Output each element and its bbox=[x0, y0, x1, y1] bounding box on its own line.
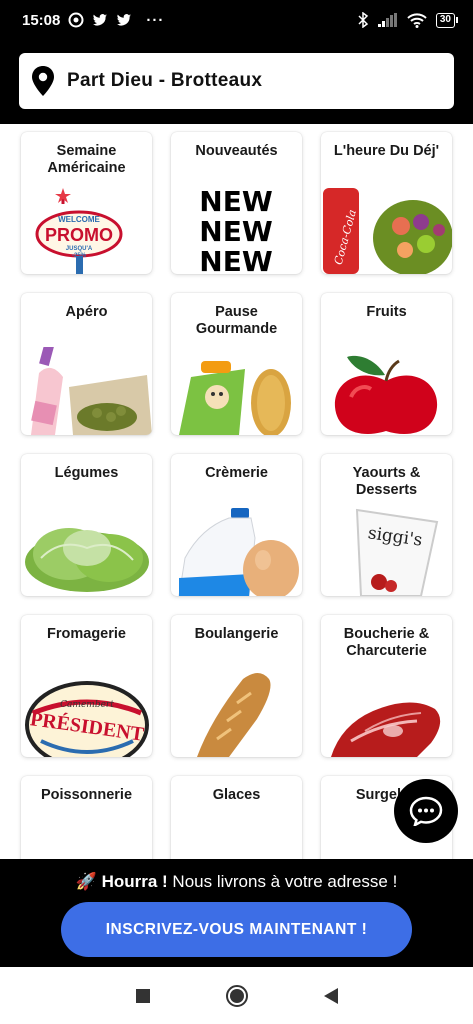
category-name: Légumes bbox=[54, 465, 119, 481]
category-tile-poissonnerie[interactable]: Poissonnerie bbox=[21, 776, 152, 859]
back-triangle-icon bbox=[323, 987, 338, 1004]
category-tile-boulangerie[interactable]: Boulangerie bbox=[171, 615, 302, 757]
header: Part Dieu - Brotteaux bbox=[0, 40, 473, 124]
category-name: Nouveautés bbox=[195, 143, 278, 159]
new-word-1: NEW bbox=[199, 186, 273, 218]
category-tile-fruits[interactable]: Fruits bbox=[321, 293, 452, 435]
category-tile-cremerie[interactable]: Crèmerie bbox=[171, 454, 302, 596]
promo-word: PROMO bbox=[45, 225, 113, 245]
lettuce-image bbox=[21, 508, 152, 596]
category-tile-semaine-americaine[interactable]: Semaine Américaine WELCOME PROMO JUSQU'A… bbox=[21, 132, 152, 274]
category-tile-legumes[interactable]: Légumes bbox=[21, 454, 152, 596]
banner-hourra: Hourra ! bbox=[101, 872, 168, 891]
bluetooth-icon bbox=[358, 12, 369, 28]
milk-egg-image bbox=[171, 508, 302, 596]
category-tile-apero[interactable]: Apéro bbox=[21, 293, 152, 435]
category-name: Yaourts & Desserts bbox=[352, 465, 421, 498]
category-tile-nouveautes[interactable]: Nouveautés NEW NEW NEW bbox=[171, 132, 302, 274]
snacks-image bbox=[171, 347, 302, 435]
promo-sign-image: WELCOME PROMO JUSQU'A -25% bbox=[21, 186, 152, 274]
category-grid: Semaine Américaine WELCOME PROMO JUSQU'A… bbox=[21, 132, 452, 859]
ice-cream-image bbox=[171, 830, 302, 859]
category-name: Fromagerie bbox=[47, 626, 126, 642]
category-name: L'heure Du Déj' bbox=[333, 143, 440, 159]
promo-jusqua: JUSQU'A bbox=[66, 246, 93, 252]
square-icon bbox=[135, 988, 150, 1003]
chat-button[interactable] bbox=[394, 779, 458, 843]
wifi-icon bbox=[407, 12, 427, 28]
cola-bowl-image: Coca-Cola bbox=[321, 186, 452, 274]
category-name: Glaces bbox=[212, 787, 261, 803]
category-list[interactable]: Semaine Américaine WELCOME PROMO JUSQU'A… bbox=[0, 124, 473, 859]
banner-message: 🚀 Hourra ! Nous livrons à votre adresse … bbox=[0, 872, 473, 892]
system-nav-bar bbox=[0, 967, 473, 1024]
bread-image bbox=[171, 669, 302, 757]
new-text-image: NEW NEW NEW bbox=[171, 186, 302, 274]
status-time: 15:08 bbox=[22, 11, 61, 29]
location-pin-icon bbox=[32, 66, 54, 96]
circle-icon bbox=[225, 984, 248, 1007]
steak-image bbox=[321, 669, 452, 757]
category-name: Poissonnerie bbox=[40, 787, 133, 803]
category-name: Pause Gourmande bbox=[195, 304, 278, 337]
banner-text: Nous livrons à votre adresse ! bbox=[167, 872, 398, 891]
camembert-image: Camembert PRÉSIDENT bbox=[21, 669, 152, 757]
salmon-image bbox=[21, 830, 152, 859]
category-tile-boucherie-charcuterie[interactable]: Boucherie & Charcuterie bbox=[321, 615, 452, 757]
new-word-2: NEW bbox=[199, 215, 273, 248]
category-name: Boucherie & Charcuterie bbox=[343, 626, 430, 659]
twitter-icon-2 bbox=[117, 14, 132, 26]
category-tile-heure-du-dej[interactable]: L'heure Du Déj' Coca-Cola bbox=[321, 132, 452, 274]
status-bar: 15:08 ··· 30 bbox=[0, 0, 473, 40]
new-word-3: NEW bbox=[199, 245, 273, 274]
category-name: Fruits bbox=[366, 304, 407, 320]
category-tile-yaourts-desserts[interactable]: Yaourts & Desserts siggi's bbox=[321, 454, 452, 596]
category-name: Semaine Américaine bbox=[47, 143, 126, 176]
category-name: Boulangerie bbox=[194, 626, 279, 642]
signal-icon bbox=[377, 13, 397, 27]
home-button[interactable] bbox=[225, 984, 249, 1008]
category-name: Apéro bbox=[65, 304, 108, 320]
yogurt-image: siggi's bbox=[321, 508, 452, 596]
more-notifications-icon: ··· bbox=[146, 11, 165, 29]
category-name: Crèmerie bbox=[205, 465, 268, 481]
status-left: 15:08 ··· bbox=[22, 12, 164, 29]
recents-button[interactable] bbox=[131, 984, 155, 1008]
wine-olives-image bbox=[21, 347, 152, 435]
apple-image bbox=[321, 347, 452, 435]
category-tile-fromagerie[interactable]: Fromagerie Camembert PRÉSIDENT bbox=[21, 615, 152, 757]
back-button[interactable] bbox=[319, 984, 343, 1008]
location-selector[interactable]: Part Dieu - Brotteaux bbox=[19, 53, 454, 109]
battery-icon: 30 bbox=[435, 12, 459, 28]
promo-welcome: WELCOME bbox=[58, 215, 100, 224]
location-label: Part Dieu - Brotteaux bbox=[67, 70, 263, 91]
media-icon bbox=[68, 12, 84, 28]
status-right: 30 bbox=[357, 12, 459, 28]
cheese-top: Camembert bbox=[60, 700, 114, 710]
rocket-icon: 🚀 bbox=[75, 872, 97, 891]
signup-button[interactable]: INSCRIVEZ-VOUS MAINTENANT ! bbox=[61, 902, 412, 957]
category-tile-glaces[interactable]: Glaces bbox=[171, 776, 302, 859]
signup-banner: 🚀 Hourra ! Nous livrons à votre adresse … bbox=[0, 859, 473, 967]
chat-icon bbox=[409, 796, 443, 826]
category-tile-pause-gourmande[interactable]: Pause Gourmande bbox=[171, 293, 302, 435]
twitter-icon bbox=[93, 14, 108, 26]
